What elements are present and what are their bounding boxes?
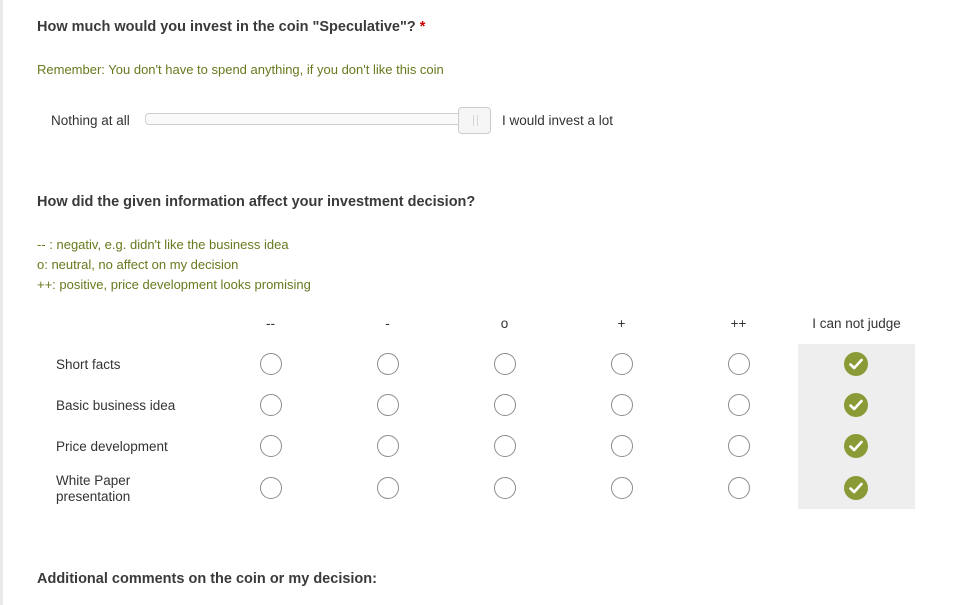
help-line: ++: positive, price development looks pr… [37, 277, 311, 292]
radio-checked[interactable] [844, 476, 868, 500]
radio-checked[interactable] [844, 393, 868, 417]
slider-track[interactable] [145, 113, 489, 125]
question-invest-title: How much would you invest in the coin "S… [37, 19, 425, 35]
checkmark-icon [849, 358, 863, 370]
help-line: o: neutral, no affect on my decision [37, 257, 239, 272]
radio-option[interactable] [728, 353, 750, 375]
radio-option[interactable] [377, 477, 399, 499]
radio-option[interactable] [377, 394, 399, 416]
help-line: -- : negativ, e.g. didn't like the busin… [37, 237, 289, 252]
question-comments-title: Additional comments on the coin or my de… [37, 571, 377, 587]
slider-max-label: I would invest a lot [502, 113, 614, 128]
radio-option[interactable] [611, 435, 633, 457]
radio-option[interactable] [494, 394, 516, 416]
question-text: How much would you invest in the coin "S… [37, 19, 416, 35]
column-header-very-positive: ++ [730, 316, 747, 331]
radio-option[interactable] [494, 477, 516, 499]
checkmark-icon [849, 482, 863, 494]
radio-option[interactable] [728, 394, 750, 416]
radio-option[interactable] [611, 477, 633, 499]
radio-option[interactable] [728, 435, 750, 457]
question-invest-help: Remember: You don't have to spend anythi… [37, 62, 444, 77]
row-label-short-facts: Short facts [56, 357, 121, 372]
radio-checked[interactable] [844, 434, 868, 458]
checkmark-icon [849, 440, 863, 452]
radio-option[interactable] [260, 435, 282, 457]
radio-checked[interactable] [844, 352, 868, 376]
slider-min-label: Nothing at all [51, 113, 130, 128]
radio-option[interactable] [611, 394, 633, 416]
slider-handle[interactable] [458, 107, 491, 134]
row-label-price-development: Price development [56, 439, 168, 454]
radio-option[interactable] [260, 353, 282, 375]
column-header-negative: - [385, 316, 390, 331]
radio-option[interactable] [611, 353, 633, 375]
column-header-very-negative: -- [266, 316, 275, 331]
row-label-white-paper: White Paper presentation [56, 473, 131, 504]
column-header-cannot-judge: I can not judge [812, 316, 901, 331]
question-effect-title: How did the given information affect you… [37, 194, 476, 210]
radio-option[interactable] [494, 435, 516, 457]
column-header-positive: + [617, 316, 626, 331]
radio-option[interactable] [260, 477, 282, 499]
row-label-basic-business-idea: Basic business idea [56, 398, 176, 413]
column-header-neutral: o [500, 316, 509, 331]
investment-slider: Nothing at all I would invest a lot [51, 107, 651, 134]
radio-option[interactable] [728, 477, 750, 499]
checkmark-icon [849, 399, 863, 411]
radio-option[interactable] [377, 353, 399, 375]
radio-option[interactable] [494, 353, 516, 375]
radio-option[interactable] [260, 394, 282, 416]
left-border [0, 0, 3, 605]
radio-option[interactable] [377, 435, 399, 457]
question-effect-help: -- : negativ, e.g. didn't like the busin… [37, 235, 311, 295]
required-asterisk: * [419, 19, 426, 35]
